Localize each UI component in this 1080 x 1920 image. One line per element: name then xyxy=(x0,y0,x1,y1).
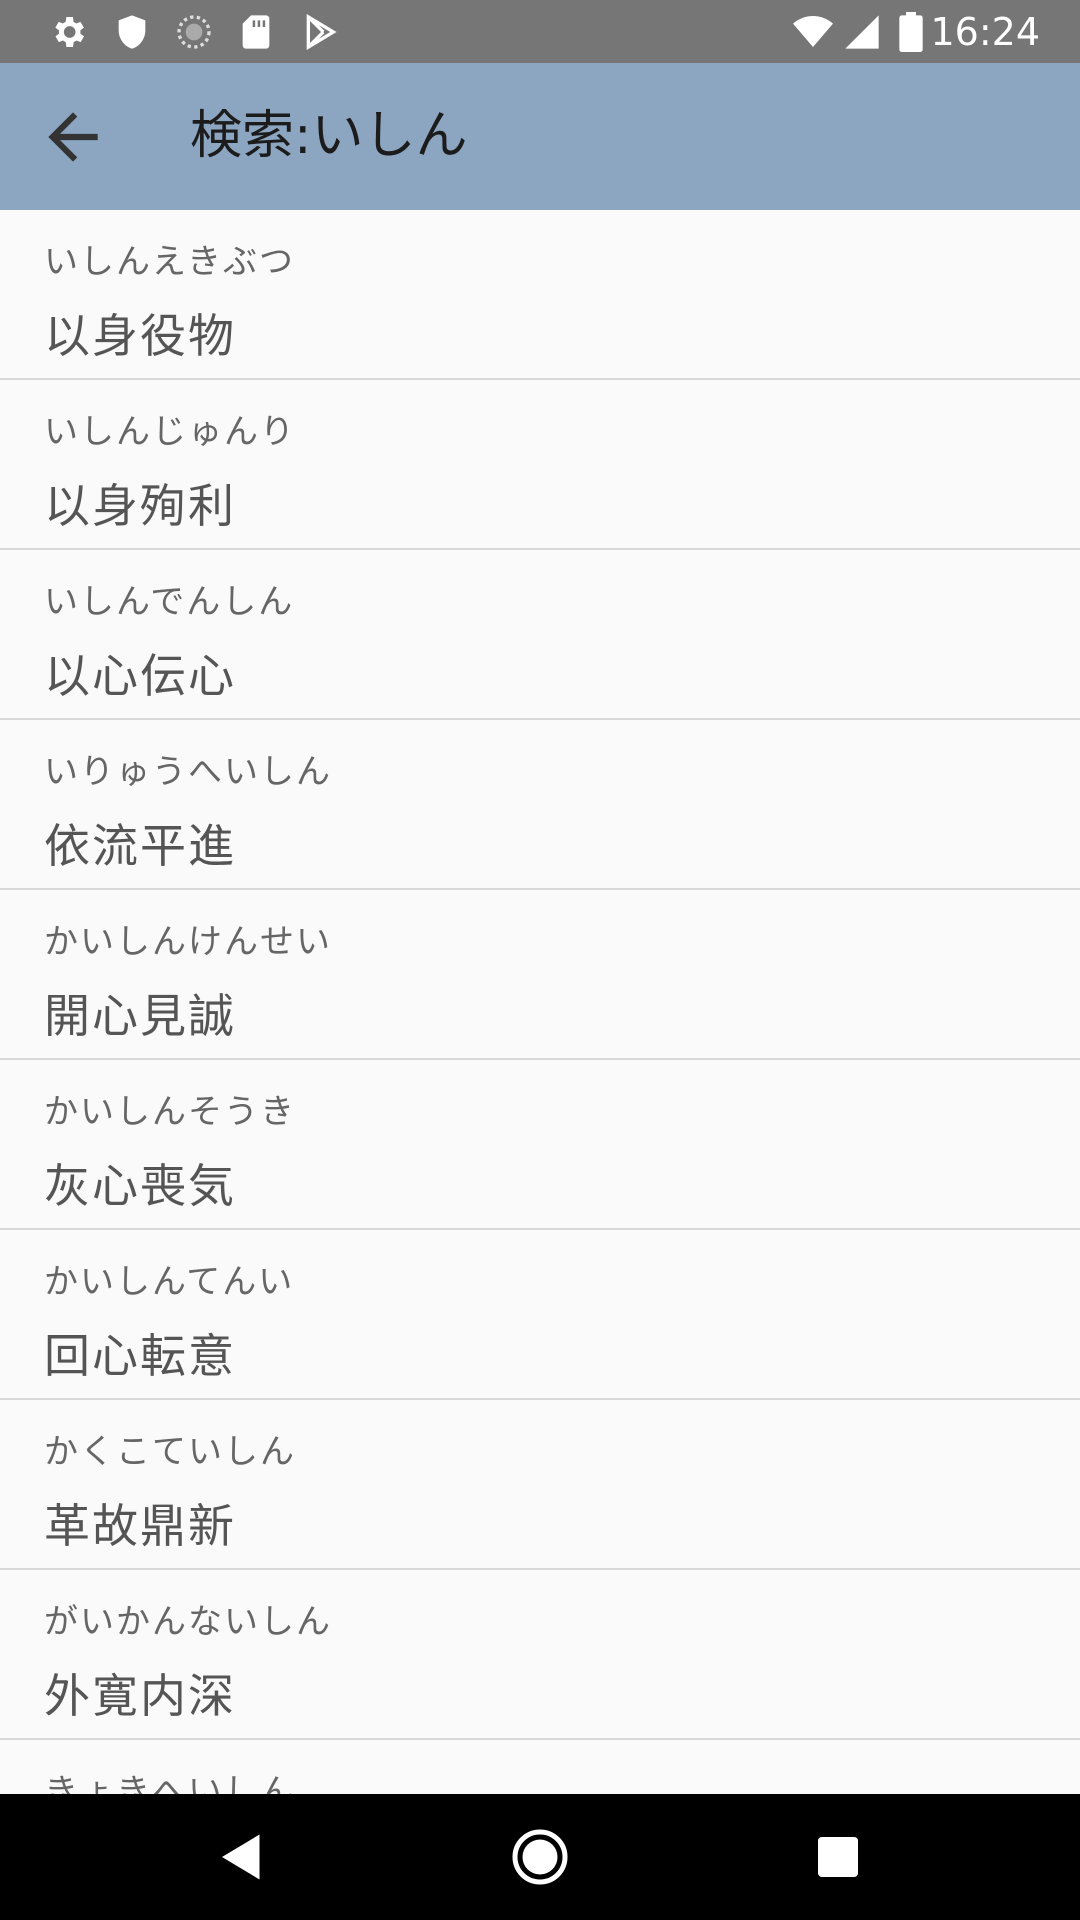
settings-icon xyxy=(55,17,84,47)
list-item[interactable]: かいしんけんせい 開心見誠 xyxy=(0,890,1080,1060)
list-item[interactable]: いしんえきぶつ 以身役物 xyxy=(0,210,1080,380)
word-text: 回心転意 xyxy=(44,1329,236,1383)
result-list[interactable]: いしんえきぶつ 以身役物 いしんじゅんり 以身殉利 いしんでんしん 以心伝心 い… xyxy=(0,210,1080,1794)
list-item[interactable]: いしんじゅんり 以身殉利 xyxy=(0,380,1080,550)
page-title: 検索:いしん xyxy=(190,106,468,166)
shield-icon xyxy=(118,15,146,49)
reading-text: がいかんないしん xyxy=(44,1602,332,1642)
back-triangle-icon[interactable] xyxy=(212,1827,272,1887)
play-store-icon xyxy=(306,14,337,50)
navigation-bar xyxy=(0,1794,1080,1920)
status-bar: 16:24 xyxy=(0,0,1080,63)
list-item[interactable]: いしんでんしん 以心伝心 xyxy=(0,550,1080,720)
recents-square-icon[interactable] xyxy=(808,1827,868,1887)
arrow-back-icon[interactable] xyxy=(36,100,110,174)
list-item[interactable]: かくこていしん 革故鼎新 xyxy=(0,1400,1080,1570)
word-text: 外寛内深 xyxy=(44,1669,236,1723)
list-item[interactable]: かいしんそうき 灰心喪気 xyxy=(0,1060,1080,1230)
app-bar: 検索:いしん xyxy=(0,63,1080,210)
word-text: 開心見誠 xyxy=(44,989,236,1043)
reading-text: かいしんそうき xyxy=(44,1092,296,1132)
reading-text: かいしんけんせい xyxy=(44,922,332,962)
word-text: 以心伝心 xyxy=(44,649,236,703)
reading-text: きょきへいしん xyxy=(44,1772,296,1794)
list-item[interactable]: いりゅうへいしん 依流平進 xyxy=(0,720,1080,890)
wifi-icon xyxy=(793,16,833,47)
word-text: 革故鼎新 xyxy=(44,1499,236,1553)
reading-text: いりゅうへいしん xyxy=(44,752,332,792)
home-circle-icon[interactable] xyxy=(510,1827,570,1887)
signal-icon xyxy=(845,15,879,49)
word-text: 以身殉利 xyxy=(44,479,236,533)
reading-text: いしんじゅんり xyxy=(44,412,296,452)
sync-icon xyxy=(177,15,211,49)
word-text: 依流平進 xyxy=(44,819,236,873)
word-text: 以身役物 xyxy=(44,309,236,363)
status-time: 16:24 xyxy=(930,10,1040,54)
sd-card-icon xyxy=(242,15,270,49)
reading-text: いしんでんしん xyxy=(44,582,295,622)
list-item[interactable]: がいかんないしん 外寛内深 xyxy=(0,1570,1080,1740)
battery-icon xyxy=(899,12,923,52)
word-text: 灰心喪気 xyxy=(44,1159,236,1213)
reading-text: いしんえきぶつ xyxy=(44,242,295,282)
list-item[interactable]: きょきへいしん xyxy=(0,1740,1080,1794)
reading-text: かくこていしん xyxy=(44,1432,296,1472)
list-item[interactable]: かいしんてんい 回心転意 xyxy=(0,1230,1080,1400)
reading-text: かいしんてんい xyxy=(44,1262,295,1302)
